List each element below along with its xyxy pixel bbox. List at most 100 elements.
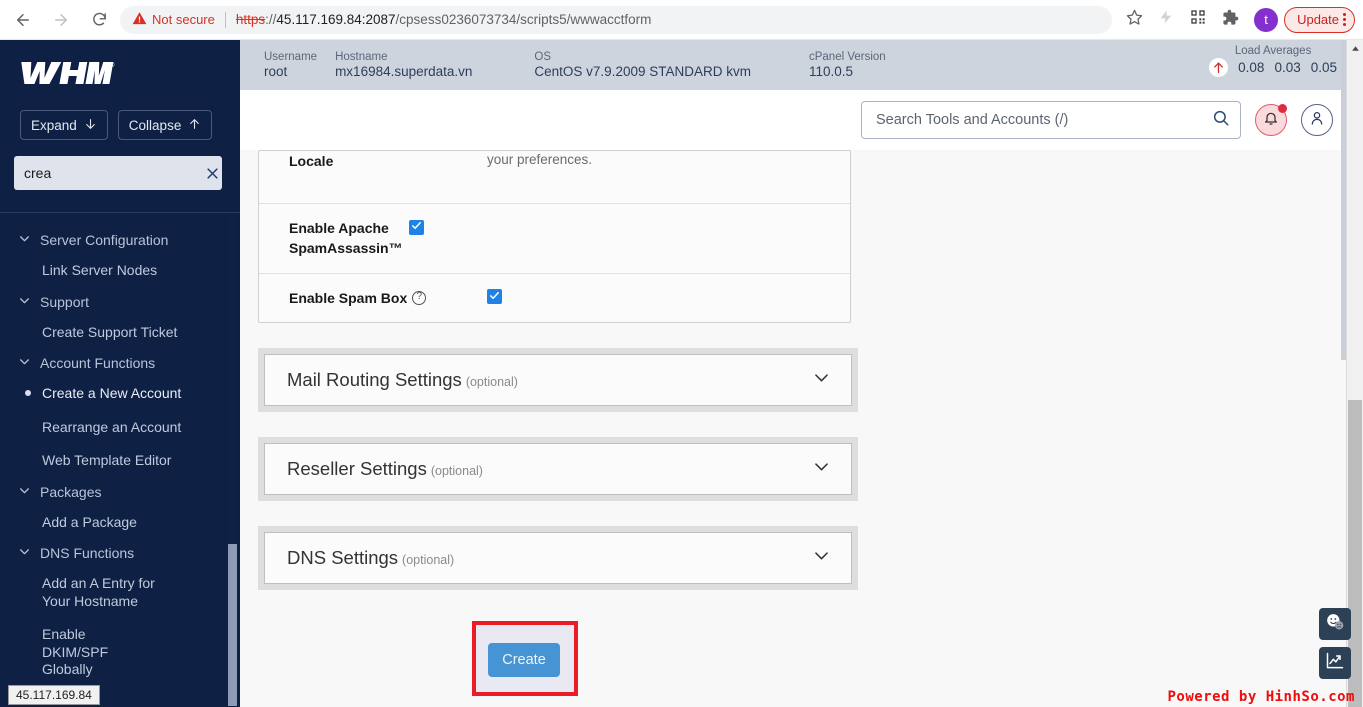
update-button[interactable]: Update (1284, 6, 1355, 33)
sidebar-search-input[interactable] (24, 165, 205, 181)
spamassassin-control (409, 218, 828, 236)
status-bar-tooltip: 45.117.169.84 (8, 685, 100, 705)
help-question-icon[interactable]: ? (412, 290, 427, 305)
sidebar-item-web-template-editor[interactable]: Web Template Editor (0, 444, 240, 478)
user-account-button[interactable] (1301, 104, 1333, 136)
extensions-button[interactable] (1216, 6, 1244, 34)
cpanel-version-value: 110.0.5 (808, 63, 854, 79)
bookmark-button[interactable] (1120, 6, 1148, 34)
spamassassin-checkbox[interactable] (409, 219, 424, 235)
sidebar-search-box[interactable] (14, 156, 222, 190)
accordion-reseller-settings[interactable]: Reseller Settings (optional) (258, 436, 858, 501)
accordion-header[interactable]: DNS Settings (optional) (264, 531, 852, 584)
locale-suffix: to let us know your preferences. (487, 152, 593, 168)
sidebar-item-create-a-new-account[interactable]: Create a New Account (0, 377, 240, 411)
accordion-optional-tag: (optional) (402, 552, 455, 567)
sidebar-group-support[interactable]: Support (0, 288, 240, 316)
create-button-highlight: Create (472, 621, 578, 696)
floating-action-buttons (1319, 608, 1351, 679)
spambox-checkbox[interactable] (487, 289, 502, 305)
arrow-down-icon (84, 117, 97, 134)
sidebar-nav-scroll[interactable]: Server Configuration Link Server Nodes S… (0, 212, 240, 707)
sidebar-group-dns-functions[interactable]: DNS Functions (0, 539, 240, 567)
qr-code-icon (1190, 9, 1206, 30)
server-hostname: Hostname mx16984.superdata.vn (335, 51, 472, 80)
sidebar-item-enable-dkim-spf-globally[interactable]: Enable DKIM/SPF Globally (0, 618, 150, 687)
collapse-label: Collapse (128, 117, 182, 133)
load-averages-label: Load Averages (1234, 45, 1312, 57)
sidebar-tree-controls: Expand Collapse (20, 110, 240, 140)
sidebar-item-add-an-a-entry[interactable]: Add an A Entry for Your Hostname (0, 567, 180, 618)
qr-button[interactable] (1184, 6, 1212, 34)
accordion-mail-routing-settings[interactable]: Mail Routing Settings (optional) (258, 347, 858, 412)
accordion-title-wrap: DNS Settings (optional) (287, 547, 454, 569)
sidebar-group-server-configuration[interactable]: Server Configuration (0, 226, 240, 254)
sidebar-item-rearrange-an-account[interactable]: Rearrange an Account (0, 411, 240, 445)
back-button[interactable] (8, 5, 38, 35)
address-bar[interactable]: Not secure https://45.117.169.84:2087/cp… (120, 5, 1113, 34)
locale-row: Locale Language Support Feedback Survey … (259, 151, 850, 203)
locale-control: Language Support Feedback Survey to let … (487, 151, 828, 169)
reload-button[interactable] (84, 5, 114, 35)
back-arrow-icon (14, 11, 32, 29)
close-x-icon[interactable] (205, 166, 220, 181)
accordion-optional-tag: (optional) (430, 463, 483, 478)
account-form: Locale Language Support Feedback Survey … (258, 150, 858, 590)
hostname-value: mx16984.superdata.vn (335, 63, 473, 79)
omnibox-divider (224, 11, 226, 28)
sidebar-scrollbar-thumb[interactable] (228, 216, 237, 544)
page-scrollbar[interactable] (1346, 40, 1363, 707)
sidebar-scrollbar[interactable] (228, 216, 237, 706)
whm-logo[interactable]: ® (20, 58, 240, 92)
hostname-label: Hostname (335, 50, 388, 63)
chevron-down-icon[interactable] (812, 368, 831, 392)
collapse-button[interactable]: Collapse (117, 110, 213, 140)
sidebar-item-create-support-ticket[interactable]: Create Support Ticket (0, 316, 240, 350)
sidebar-group-account-functions[interactable]: Account Functions (0, 349, 240, 377)
chevron-down-icon (18, 294, 31, 310)
sidebar-divider (0, 212, 240, 213)
lightning-button[interactable] (1152, 6, 1180, 34)
whm-sidebar: ® Expand Collapse Server Configuration (0, 40, 240, 707)
chevron-down-icon[interactable] (812, 546, 831, 570)
accordion-dns-settings[interactable]: DNS Settings (optional) (258, 525, 858, 590)
accordion-title: Reseller Settings (287, 457, 427, 479)
whm-main-area: Username root Hostname mx16984.superdata… (240, 40, 1363, 707)
search-input[interactable] (876, 112, 1212, 128)
locale-label: Locale (289, 153, 334, 169)
accordion-title: DNS Settings (287, 546, 399, 568)
bookmark-star-icon (1126, 9, 1143, 31)
spambox-control (487, 288, 828, 306)
browser-toolbar: Not secure https://45.117.169.84:2087/cp… (0, 0, 1363, 40)
search-tools-box[interactable] (861, 101, 1241, 139)
load-5min: 0.03 (1274, 60, 1301, 75)
expand-button[interactable]: Expand (20, 110, 108, 140)
form-scroll-region[interactable]: Locale Language Support Feedback Survey … (240, 150, 1363, 707)
sidebar-group-label: Packages (40, 483, 102, 500)
feedback-button[interactable] (1319, 608, 1351, 640)
scroll-up-icon[interactable] (1347, 40, 1363, 56)
chevron-down-icon[interactable] (812, 457, 831, 481)
notifications-button[interactable] (1255, 104, 1287, 136)
kebab-menu-icon[interactable] (1343, 13, 1346, 26)
sidebar-item-link-server-nodes[interactable]: Link Server Nodes (0, 254, 240, 288)
sidebar-item-add-a-package[interactable]: Add a Package (0, 506, 240, 540)
notification-badge-dot (1278, 104, 1287, 113)
user-account-icon (1309, 110, 1325, 131)
sidebar-group-packages[interactable]: Packages (0, 478, 240, 506)
spambox-label-wrap: Enable Spam Box ? (289, 288, 487, 308)
url-separator: :// (265, 12, 277, 27)
create-button[interactable]: Create (488, 643, 560, 677)
load-15min: 0.05 (1310, 60, 1337, 75)
forward-button[interactable] (46, 5, 76, 35)
profile-avatar[interactable]: t (1254, 7, 1279, 32)
accordion-header[interactable]: Mail Routing Settings (optional) (264, 353, 852, 406)
server-username: Username root (264, 51, 317, 80)
update-label: Update (1297, 12, 1339, 27)
analytics-button[interactable] (1319, 647, 1351, 679)
security-status[interactable]: Not secure (132, 11, 215, 29)
spamassassin-row: Enable Apache SpamAssassin™ (259, 203, 850, 273)
reload-icon (91, 11, 108, 28)
accordion-header[interactable]: Reseller Settings (optional) (264, 442, 852, 495)
search-icon[interactable] (1212, 109, 1230, 132)
